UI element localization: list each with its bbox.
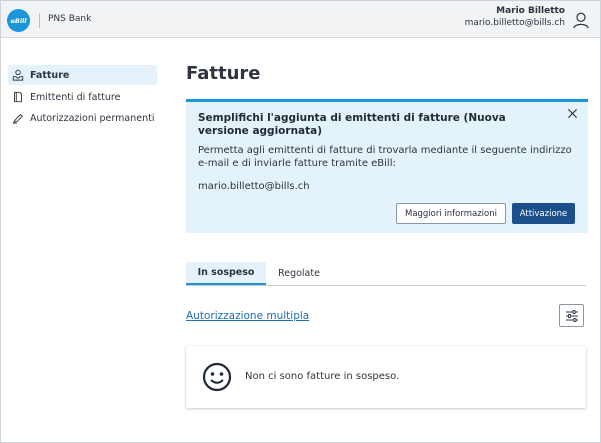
sidebar-item-label: Fatture [30, 69, 70, 81]
activate-button[interactable]: Attivazione [512, 203, 575, 224]
sidebar-item-fatture[interactable]: Fatture [8, 65, 157, 85]
sidebar-item-autorizzazioni[interactable]: Autorizzazioni permanenti [8, 108, 157, 128]
sidebar-item-emittenti[interactable]: Emittenti di fatture [8, 87, 157, 107]
tab-in-sospeso[interactable]: In sospeso [186, 262, 266, 285]
more-info-button[interactable]: Maggiori informazioni [396, 203, 506, 224]
sidebar-item-label: Emittenti di fatture [30, 91, 121, 103]
sidebar-item-label: Autorizzazioni permanenti [30, 112, 155, 124]
bills-icon [12, 69, 24, 81]
filter-sliders-icon [565, 309, 578, 322]
filter-button[interactable] [559, 304, 584, 327]
banner-email: mario.billetto@bills.ch [198, 181, 310, 192]
info-banner: Semplifichi l'aggiunta di emittenti di f… [186, 99, 588, 233]
close-icon[interactable] [567, 108, 578, 119]
ebill-logo[interactable]: eBill [7, 9, 30, 32]
tab-regolate[interactable]: Regolate [266, 262, 332, 285]
smiley-icon [202, 362, 232, 392]
bank-name: PNS Bank [48, 14, 92, 24]
banner-description: Permetta agli emittenti di fatture di tr… [198, 145, 572, 169]
top-bar: eBill PNS Bank Mario Billetto mario.bill… [1, 1, 600, 38]
signature-icon [12, 113, 23, 124]
multiple-authorization-link[interactable]: Autorizzazione multipla [186, 310, 309, 322]
invoice-tabs: In sospeso Regolate [186, 262, 586, 286]
empty-state-text: Non ci sono fatture in sospeso. [245, 371, 400, 382]
header-divider [39, 13, 40, 28]
user-name: Mario Billetto [496, 6, 565, 16]
user-icon[interactable] [572, 11, 590, 29]
page-title: Fatture [186, 63, 261, 84]
empty-state-card: Non ci sono fatture in sospeso. [186, 346, 586, 408]
user-email: mario.billetto@bills.ch [464, 18, 565, 28]
document-icon [14, 91, 22, 103]
banner-title: Semplifichi l'aggiunta di emittenti di f… [198, 112, 506, 137]
